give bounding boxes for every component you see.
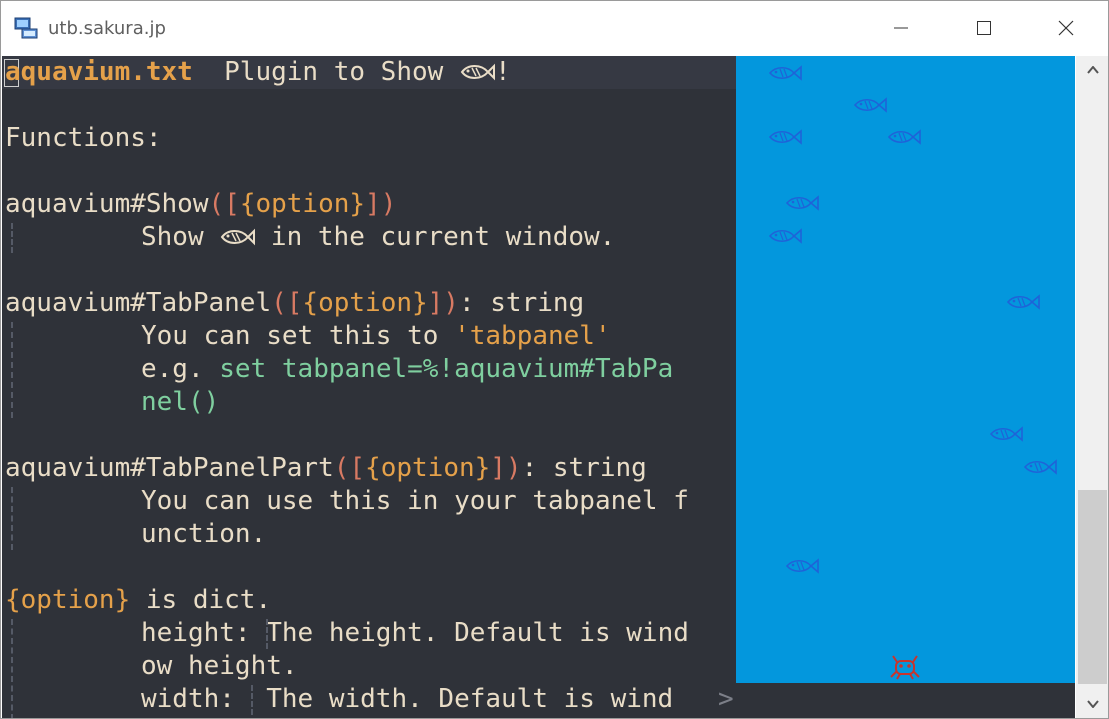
indent-guide <box>251 685 253 715</box>
help-filename[interactable]: aquavium.txt <box>5 57 193 87</box>
fish-icon <box>768 129 802 145</box>
show-desc-a: Show <box>141 222 220 252</box>
show-signature[interactable]: aquavium#Show([{option}]) <box>5 188 396 221</box>
fish-icon <box>989 426 1023 442</box>
fish-icon <box>460 63 495 81</box>
option-width-desc: The width. Default is wind <box>234 684 674 714</box>
indent-guide <box>11 487 13 550</box>
option-height: height: The height. Default is wind <box>141 617 689 650</box>
vertical-scrollbar[interactable] <box>1076 56 1108 718</box>
tabpanel-option-tag[interactable]: {option} <box>302 288 427 318</box>
window-title: utb.sakura.jp <box>48 18 166 39</box>
close-icon <box>1058 20 1074 36</box>
indent-guide <box>11 223 13 253</box>
option-height-key: height: <box>141 618 251 648</box>
help-header-line: aquavium.txt Plugin to Show ! <box>5 56 511 89</box>
help-tagline-end: ! <box>494 57 511 87</box>
scroll-down-icon <box>1086 700 1099 708</box>
indent-guide <box>266 619 268 649</box>
option-definition: {option} is dict. <box>5 584 271 617</box>
scroll-up-icon <box>1086 66 1099 74</box>
tabpanelpart-args-open: ([ <box>333 453 366 483</box>
fish-icon <box>768 228 802 244</box>
editor-pane[interactable]: aquavium.txt Plugin to Show ! Functions:… <box>2 56 736 718</box>
fish-icon <box>853 97 887 113</box>
tabpanelpart-return-type: : string <box>521 453 647 483</box>
fish-icon <box>1006 294 1040 310</box>
tabpanelpart-func-name: aquavium#TabPanelPart <box>5 453 334 483</box>
scrollbar-thumb[interactable] <box>1078 490 1107 684</box>
scroll-down-button[interactable] <box>1076 690 1108 718</box>
tabpanel-args-open: ([ <box>271 288 303 318</box>
show-description: Show in the current window. <box>141 221 615 254</box>
tabpanelpart-option-tag[interactable]: {option} <box>365 453 490 483</box>
minimize-icon <box>894 27 908 29</box>
option-tag[interactable]: {option} <box>5 585 130 615</box>
tabpanel-desc-2a: e.g. <box>141 354 220 384</box>
show-func-name: aquavium#Show <box>5 189 209 219</box>
fish-icon <box>768 65 802 81</box>
tabpanelpart-desc-2: unction. <box>141 519 267 549</box>
tabpanel-return-type: : string <box>458 288 585 318</box>
tabpanel-signature[interactable]: aquavium#TabPanel([{option}]): string <box>5 287 584 320</box>
tabpanel-option-link[interactable]: 'tabpanel' <box>454 321 611 351</box>
maximize-button[interactable] <box>957 1 1011 55</box>
fish-icon <box>1023 459 1057 475</box>
fish-icon <box>887 129 921 145</box>
fish-icon <box>785 558 819 574</box>
show-option-tag[interactable]: {option} <box>240 189 365 219</box>
app-icon[interactable] <box>13 15 39 41</box>
show-args-close: ]) <box>365 189 397 219</box>
show-args-open: ([ <box>208 189 240 219</box>
tabpanelpart-args-close: ]) <box>490 453 522 483</box>
option-desc: is dict. <box>130 585 272 615</box>
help-tagline: Plugin to Show <box>192 57 459 87</box>
indent-guide <box>11 619 13 718</box>
option-height-desc: The height. Default is wind <box>250 618 689 648</box>
scroll-up-button[interactable] <box>1076 56 1108 84</box>
title-bar[interactable]: utb.sakura.jp <box>1 1 1108 55</box>
maximize-icon <box>977 21 991 35</box>
tabpanelpart-desc-1: You can use this in your tabpanel f <box>141 486 689 516</box>
functions-heading: Functions: <box>5 123 162 153</box>
fish-icon <box>785 195 819 211</box>
close-button[interactable] <box>1039 1 1093 55</box>
option-width: width: The width. Default is wind <box>141 683 673 716</box>
app-window: utb.sakura.jp aquavium.txt Plugin to Sho… <box>0 0 1109 719</box>
tabpanel-desc-1a: You can set this to <box>141 321 455 351</box>
truncation-marker: > <box>718 684 734 714</box>
tabpanel-example-code: set tabpanel=%!aquavium#TabPa <box>219 354 674 384</box>
crab-icon <box>890 655 920 680</box>
fish-icon <box>221 228 256 246</box>
minimize-button[interactable] <box>874 1 928 55</box>
option-width-key: width: <box>141 684 235 714</box>
tabpanelpart-signature[interactable]: aquavium#TabPanelPart([{option}]): strin… <box>5 452 647 485</box>
option-height-cont: ow height. <box>141 651 298 681</box>
indent-guide <box>11 322 13 418</box>
tabpanel-desc-1: You can set this to 'tabpanel' <box>141 320 611 353</box>
panel-footer <box>736 683 1075 718</box>
tabpanel-example-code-cont: nel() <box>141 387 220 417</box>
tabpanel-func-name: aquavium#TabPanel <box>5 288 272 318</box>
show-desc-b: in the current window. <box>255 222 616 252</box>
tabpanel-desc-2: e.g. set tabpanel=%!aquavium#TabPa <box>141 353 673 386</box>
tabpanel-args-close: ]) <box>427 288 459 318</box>
aquarium-panel <box>736 56 1075 683</box>
